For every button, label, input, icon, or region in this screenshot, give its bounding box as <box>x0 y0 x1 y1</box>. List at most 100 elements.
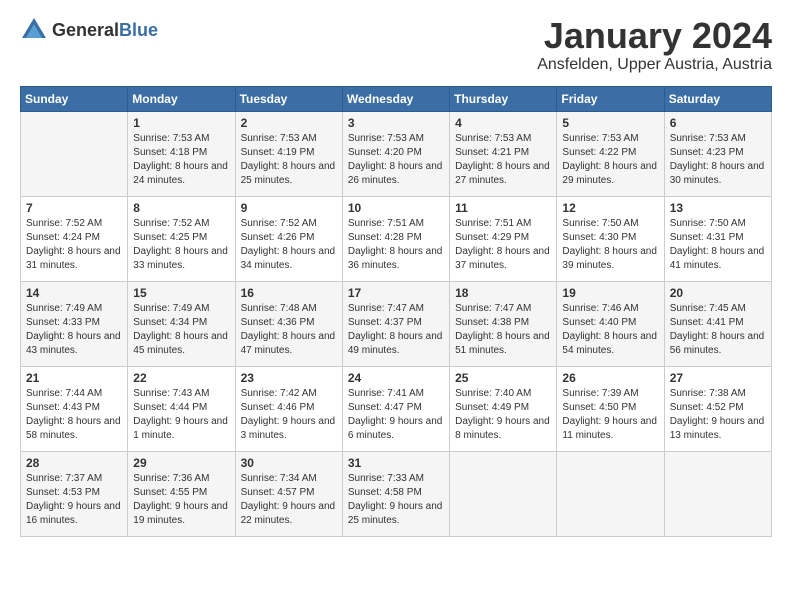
cell-info: Sunrise: 7:41 AM Sunset: 4:47 PM Dayligh… <box>348 387 444 443</box>
header: GeneralBlue January 2024 Ansfelden, Uppe… <box>20 16 772 74</box>
day-number: 3 <box>348 116 444 130</box>
cell-info: Sunrise: 7:36 AM Sunset: 4:55 PM Dayligh… <box>133 472 229 528</box>
day-number: 31 <box>348 456 444 470</box>
calendar-cell: 4 Sunrise: 7:53 AM Sunset: 4:21 PM Daylig… <box>450 111 557 196</box>
calendar-cell: 18 Sunrise: 7:47 AM Sunset: 4:38 PM Dayli… <box>450 281 557 366</box>
header-cell-thursday: Thursday <box>450 86 557 111</box>
cell-info: Sunrise: 7:53 AM Sunset: 4:20 PM Dayligh… <box>348 132 444 188</box>
cell-info: Sunrise: 7:47 AM Sunset: 4:38 PM Dayligh… <box>455 302 551 358</box>
calendar-cell: 12Sunrise: 7:50 AM Sunset: 4:30 PM Dayli… <box>557 196 664 281</box>
title-area: January 2024 Ansfelden, Upper Austria, A… <box>537 16 772 74</box>
day-number: 26 <box>562 371 658 385</box>
cell-info: Sunrise: 7:39 AM Sunset: 4:50 PM Dayligh… <box>562 387 658 443</box>
day-number: 19 <box>562 286 658 300</box>
calendar-cell: 8Sunrise: 7:52 AM Sunset: 4:25 PM Daylig… <box>128 196 235 281</box>
day-number: 20 <box>670 286 766 300</box>
calendar-cell: 21Sunrise: 7:44 AM Sunset: 4:43 PM Dayli… <box>21 366 128 451</box>
day-number: 2 <box>241 116 337 130</box>
cell-info: Sunrise: 7:51 AM Sunset: 4:29 PM Dayligh… <box>455 217 551 273</box>
calendar-cell: 3 Sunrise: 7:53 AM Sunset: 4:20 PM Daylig… <box>342 111 449 196</box>
day-number: 22 <box>133 371 229 385</box>
cell-info: Sunrise: 7:50 AM Sunset: 4:31 PM Dayligh… <box>670 217 766 273</box>
day-number: 29 <box>133 456 229 470</box>
header-cell-friday: Friday <box>557 86 664 111</box>
day-number: 14 <box>26 286 122 300</box>
day-number: 23 <box>241 371 337 385</box>
cell-info: Sunrise: 7:53 AM Sunset: 4:22 PM Dayligh… <box>562 132 658 188</box>
header-cell-tuesday: Tuesday <box>235 86 342 111</box>
calendar-cell: 22 Sunrise: 7:43 AM Sunset: 4:44 PM Dayli… <box>128 366 235 451</box>
calendar-cell: 1Sunrise: 7:53 AM Sunset: 4:18 PM Daylig… <box>128 111 235 196</box>
logo-general-text: General <box>52 20 119 40</box>
month-title: January 2024 <box>537 16 772 56</box>
header-row: SundayMondayTuesdayWednesdayThursdayFrid… <box>21 86 772 111</box>
logo-icon <box>20 16 48 44</box>
calendar-cell <box>450 451 557 536</box>
cell-info: Sunrise: 7:53 AM Sunset: 4:23 PM Dayligh… <box>670 132 766 188</box>
cell-info: Sunrise: 7:49 AM Sunset: 4:34 PM Dayligh… <box>133 302 229 358</box>
day-number: 10 <box>348 201 444 215</box>
cell-info: Sunrise: 7:53 AM Sunset: 4:21 PM Dayligh… <box>455 132 551 188</box>
cell-info: Sunrise: 7:50 AM Sunset: 4:30 PM Dayligh… <box>562 217 658 273</box>
calendar-cell: 27 Sunrise: 7:38 AM Sunset: 4:52 PM Dayli… <box>664 366 771 451</box>
day-number: 9 <box>241 201 337 215</box>
cell-info: Sunrise: 7:52 AM Sunset: 4:24 PM Dayligh… <box>26 217 122 273</box>
logo: GeneralBlue <box>20 16 158 44</box>
calendar-cell: 31 Sunrise: 7:33 AM Sunset: 4:58 PM Dayli… <box>342 451 449 536</box>
cell-info: Sunrise: 7:53 AM Sunset: 4:18 PM Dayligh… <box>133 132 229 188</box>
calendar-cell: 10Sunrise: 7:51 AM Sunset: 4:28 PM Dayli… <box>342 196 449 281</box>
calendar-cell <box>21 111 128 196</box>
day-number: 30 <box>241 456 337 470</box>
cell-info: Sunrise: 7:33 AM Sunset: 4:58 PM Dayligh… <box>348 472 444 528</box>
calendar-cell: 11 Sunrise: 7:51 AM Sunset: 4:29 PM Dayli… <box>450 196 557 281</box>
day-number: 8 <box>133 201 229 215</box>
day-number: 4 <box>455 116 551 130</box>
calendar-cell: 6 Sunrise: 7:53 AM Sunset: 4:23 PM Daylig… <box>664 111 771 196</box>
day-number: 28 <box>26 456 122 470</box>
day-number: 11 <box>455 201 551 215</box>
header-cell-saturday: Saturday <box>664 86 771 111</box>
day-number: 18 <box>455 286 551 300</box>
cell-info: Sunrise: 7:34 AM Sunset: 4:57 PM Dayligh… <box>241 472 337 528</box>
cell-info: Sunrise: 7:53 AM Sunset: 4:19 PM Dayligh… <box>241 132 337 188</box>
day-number: 7 <box>26 201 122 215</box>
day-number: 6 <box>670 116 766 130</box>
cell-info: Sunrise: 7:43 AM Sunset: 4:44 PM Dayligh… <box>133 387 229 443</box>
day-number: 27 <box>670 371 766 385</box>
header-cell-wednesday: Wednesday <box>342 86 449 111</box>
calendar-cell: 29 Sunrise: 7:36 AM Sunset: 4:55 PM Dayli… <box>128 451 235 536</box>
calendar-cell: 24Sunrise: 7:41 AM Sunset: 4:47 PM Dayli… <box>342 366 449 451</box>
week-row-2: 7 Sunrise: 7:52 AM Sunset: 4:24 PM Daylig… <box>21 196 772 281</box>
day-number: 16 <box>241 286 337 300</box>
week-row-4: 21Sunrise: 7:44 AM Sunset: 4:43 PM Dayli… <box>21 366 772 451</box>
day-number: 21 <box>26 371 122 385</box>
header-cell-monday: Monday <box>128 86 235 111</box>
calendar-cell: 13Sunrise: 7:50 AM Sunset: 4:31 PM Dayli… <box>664 196 771 281</box>
day-number: 15 <box>133 286 229 300</box>
calendar-cell: 17 Sunrise: 7:47 AM Sunset: 4:37 PM Dayli… <box>342 281 449 366</box>
calendar-table: SundayMondayTuesdayWednesdayThursdayFrid… <box>20 86 772 537</box>
day-number: 17 <box>348 286 444 300</box>
calendar-cell: 25Sunrise: 7:40 AM Sunset: 4:49 PM Dayli… <box>450 366 557 451</box>
day-number: 5 <box>562 116 658 130</box>
calendar-cell <box>557 451 664 536</box>
calendar-cell: 9 Sunrise: 7:52 AM Sunset: 4:26 PM Daylig… <box>235 196 342 281</box>
calendar-header: SundayMondayTuesdayWednesdayThursdayFrid… <box>21 86 772 111</box>
day-number: 25 <box>455 371 551 385</box>
calendar-cell: 23Sunrise: 7:42 AM Sunset: 4:46 PM Dayli… <box>235 366 342 451</box>
cell-info: Sunrise: 7:52 AM Sunset: 4:26 PM Dayligh… <box>241 217 337 273</box>
calendar-cell: 30 Sunrise: 7:34 AM Sunset: 4:57 PM Dayli… <box>235 451 342 536</box>
week-row-5: 28 Sunrise: 7:37 AM Sunset: 4:53 PM Dayli… <box>21 451 772 536</box>
calendar-cell: 19Sunrise: 7:46 AM Sunset: 4:40 PM Dayli… <box>557 281 664 366</box>
cell-info: Sunrise: 7:49 AM Sunset: 4:33 PM Dayligh… <box>26 302 122 358</box>
week-row-3: 14 Sunrise: 7:49 AM Sunset: 4:33 PM Dayli… <box>21 281 772 366</box>
calendar-cell: 5 Sunrise: 7:53 AM Sunset: 4:22 PM Daylig… <box>557 111 664 196</box>
cell-info: Sunrise: 7:47 AM Sunset: 4:37 PM Dayligh… <box>348 302 444 358</box>
header-cell-sunday: Sunday <box>21 86 128 111</box>
cell-info: Sunrise: 7:37 AM Sunset: 4:53 PM Dayligh… <box>26 472 122 528</box>
cell-info: Sunrise: 7:38 AM Sunset: 4:52 PM Dayligh… <box>670 387 766 443</box>
calendar-cell: 14 Sunrise: 7:49 AM Sunset: 4:33 PM Dayli… <box>21 281 128 366</box>
calendar-cell: 7 Sunrise: 7:52 AM Sunset: 4:24 PM Daylig… <box>21 196 128 281</box>
calendar-cell: 15 Sunrise: 7:49 AM Sunset: 4:34 PM Dayli… <box>128 281 235 366</box>
calendar-cell <box>664 451 771 536</box>
